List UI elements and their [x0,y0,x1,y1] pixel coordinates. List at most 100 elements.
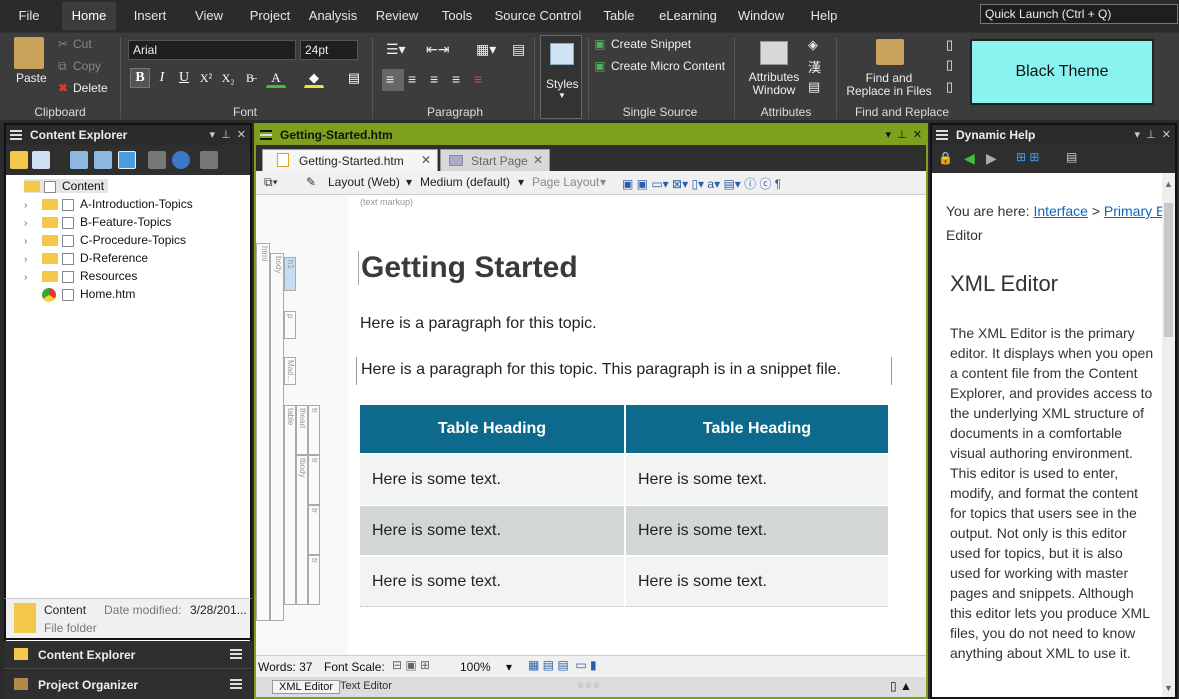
font-family-select[interactable]: Arial [128,40,296,60]
highlight-color-button[interactable]: ◆ [304,68,324,88]
tree-icon[interactable]: ⊞ ⊞ [1016,150,1039,164]
table-cell[interactable]: Here is some text. [626,506,888,555]
lock-icon[interactable]: 🔒 [938,151,953,165]
menu-project[interactable]: Project [242,2,298,30]
expand-icon[interactable]: › [24,200,34,211]
font-color-button[interactable]: A [266,68,286,88]
folder-icon[interactable] [10,151,28,169]
menu-elearning[interactable]: eLearning [654,2,722,30]
preview-icon[interactable]: ▣ ▣ ▭▾ ⊠▾ ▯▾ a▾ ▤▾ ⓘ ⓒ ¶ [622,175,781,192]
subscript-button[interactable]: X₂ [218,68,238,88]
menu-insert[interactable]: Insert [124,2,176,30]
close-icon[interactable]: ✕ [533,153,543,167]
superscript-button[interactable]: X² [196,68,216,88]
chevron-down-icon[interactable]: ▾ [518,175,524,189]
checkbox[interactable] [62,252,74,265]
document-icon[interactable]: ▤ [1066,150,1077,164]
tab-text-editor[interactable]: Text Editor [340,680,392,692]
tab-xml-editor[interactable]: XML Editor [272,680,341,694]
expand-icon[interactable]: › [24,236,34,247]
table-cell[interactable]: Here is some text. [360,557,624,607]
menu-icon[interactable] [230,649,242,659]
structure-tag[interactable]: tbody [296,455,308,605]
find-replace-line2[interactable]: Replace in Files [842,84,936,98]
checkbox[interactable] [62,288,74,301]
tag-icon[interactable]: ◈ [808,37,818,53]
close-icon[interactable]: ✕ [421,153,431,167]
paste-button[interactable]: Paste [16,71,47,85]
table-header-cell[interactable]: Table Heading [626,405,888,453]
structure-tag[interactable]: tr [308,555,320,605]
language-icon[interactable]: 漢 [808,57,821,76]
bullet-list-icon[interactable]: ☰▾ [386,41,406,58]
menu-view[interactable]: View [186,2,232,30]
structure-tag[interactable]: h1 [284,257,296,291]
properties-icon[interactable]: ▤ [808,79,820,95]
document-icon[interactable]: ▯ [946,57,953,73]
table-cell[interactable]: Here is some text. [626,557,888,607]
tree-item[interactable]: › A-Introduction-Topics [24,197,193,211]
checkbox[interactable] [62,198,74,211]
align-right-icon[interactable]: ≡ [430,71,438,87]
menu-file[interactable]: File [8,2,50,30]
split-view-icons[interactable]: ▯ ▲ [890,679,912,693]
copy-button[interactable]: Copy [73,59,101,73]
menu-icon[interactable] [936,130,948,140]
underline-button[interactable]: U [174,68,194,88]
font-size-select[interactable]: 24pt [300,40,358,60]
structure-tag[interactable]: tr [308,505,320,555]
tab-getting-started[interactable]: Getting-Started.htm ✕ [262,149,438,171]
menu-icon[interactable] [260,130,272,140]
view-mode-icons[interactable]: ▦ ▤ ▤ ▭ ▮ [528,658,597,672]
paragraph-style-icon[interactable]: ▦▾ [476,41,496,58]
scroll-up-icon[interactable]: ▲ [1164,179,1173,189]
tree-item[interactable]: › D-Reference [24,251,148,265]
zoom-select[interactable]: 100% [460,660,491,674]
menu-analysis[interactable]: Analysis [306,2,360,30]
structure-tag[interactable]: body [270,253,284,621]
binding-icon[interactable] [200,151,218,169]
menu-home[interactable]: Home [62,2,116,30]
checkbox[interactable] [62,216,74,229]
menu-help[interactable]: Help [804,2,844,30]
bold-button[interactable]: B [130,68,150,88]
scroll-thumb[interactable] [1164,203,1173,337]
tree-root[interactable]: Content [24,179,109,193]
menu-icon[interactable] [230,679,242,689]
cut-button[interactable]: Cut [73,37,92,51]
help-scrollbar[interactable]: ▲ ▼ [1162,173,1175,697]
align-center-icon[interactable]: ≡ [408,71,416,87]
expand-icon[interactable]: › [24,218,34,229]
bottom-tab-content-explorer[interactable]: Content Explorer [4,641,252,669]
menu-source-control[interactable]: Source Control [492,2,584,30]
clear-paragraph-icon[interactable]: ≡ [474,71,482,87]
paste-icon[interactable] [14,37,44,69]
table-cell[interactable]: Here is some text. [360,455,624,505]
justify-icon[interactable]: ≡ [452,71,460,87]
chevron-down-icon[interactable]: ▾ [506,660,512,674]
tag-icon[interactable] [148,151,166,169]
forward-icon[interactable]: ▶ [986,150,997,167]
structure-tag[interactable]: tr [308,455,320,505]
menu-window[interactable]: Window [732,2,790,30]
tree-item[interactable]: Home.htm [24,287,135,302]
page-layout-select[interactable]: Page Layout [532,175,599,189]
structure-tag[interactable]: Mad... [284,357,296,385]
layout-select[interactable]: Layout (Web) [328,175,400,189]
structure-tag[interactable]: html [256,243,270,621]
menu-tools[interactable]: Tools [434,2,480,30]
menu-icon[interactable] [10,130,22,140]
structure-tag[interactable]: tr [308,405,320,455]
table-cell[interactable]: Here is some text. [626,455,888,505]
delete-button[interactable]: Delete [73,81,108,95]
grid-icon[interactable] [118,151,136,169]
page-title[interactable]: Getting Started [358,251,578,285]
checkbox[interactable] [62,270,74,283]
black-theme-button[interactable]: Black Theme [970,39,1154,105]
structure-tag[interactable]: thead [296,405,308,455]
refresh-icon[interactable] [172,151,190,169]
attributes-window-button[interactable]: Attributes Window [746,71,802,97]
tab-start-page[interactable]: Start Page ✕ [440,149,550,171]
create-micro-content-button[interactable]: Create Micro Content [611,59,725,73]
font-dialog-icon[interactable]: ▤ [344,68,364,88]
